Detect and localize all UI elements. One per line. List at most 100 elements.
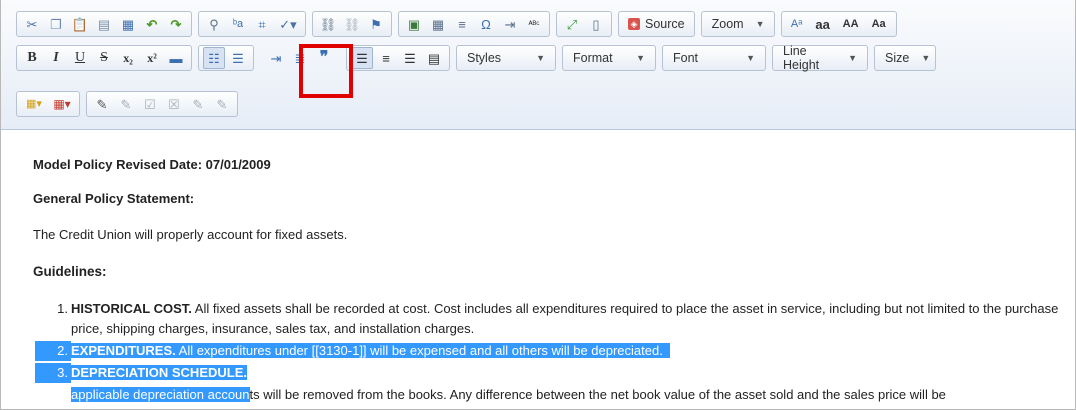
text-style-group: B I U S x₂ x² ▬ xyxy=(16,45,192,71)
size-dropdown[interactable]: Size ▼ xyxy=(874,45,936,71)
format-dropdown[interactable]: Format ▼ xyxy=(562,45,656,71)
source-group: ◈ Source xyxy=(618,11,695,37)
show-blocks-icon[interactable]: ▯ xyxy=(585,13,607,35)
strike-button[interactable]: S xyxy=(93,47,115,69)
copy-icon[interactable]: ❐ xyxy=(45,13,67,35)
page-break-icon[interactable]: ⇥ xyxy=(499,13,521,35)
list-text: applicable depreciation accounts will be… xyxy=(71,385,1065,405)
font-label: Font xyxy=(673,51,699,65)
numbered-list-icon[interactable]: ☷ xyxy=(203,47,225,69)
list-number: 3. xyxy=(35,363,71,383)
list-item: 2. EXPENDITURES. All expenditures under … xyxy=(35,341,1065,361)
table-icon[interactable]: ▦ xyxy=(427,13,449,35)
list-text: DEPRECIATION SCHEDULE. xyxy=(71,363,1065,383)
list-item-heading: EXPENDITURES. xyxy=(71,343,176,358)
source-label: Source xyxy=(645,17,685,31)
list-item-body: ts will be removed from the books. Any d… xyxy=(249,387,946,402)
styles-label: Styles xyxy=(467,51,502,65)
list-item: 3. DEPRECIATION SCHEDULE. xyxy=(35,363,1065,383)
spell-abc-icon[interactable]: ᴬᴮᶜ xyxy=(523,13,545,35)
reject-all-icon[interactable]: ✎ xyxy=(211,93,233,115)
zoom-label: Zoom xyxy=(711,17,744,31)
case-group: Aᵃ aa AA Aa xyxy=(780,11,897,37)
guidelines-heading: Guidelines: xyxy=(33,264,107,279)
lowercase-button[interactable]: aa xyxy=(810,13,836,35)
find-icon[interactable]: ⚲ xyxy=(203,13,225,35)
align-left-icon[interactable]: ☰ xyxy=(351,47,373,69)
italic-button[interactable]: I xyxy=(45,47,67,69)
font-dropdown[interactable]: Font ▼ xyxy=(662,45,766,71)
selected-text: applicable depreciation accoun xyxy=(71,387,250,402)
view-group: ⤢ ▯ xyxy=(556,11,612,37)
indent-icon[interactable]: ⇥ xyxy=(265,47,287,69)
maximize-icon[interactable]: ⤢ xyxy=(561,13,583,35)
check-icon[interactable]: ☑ xyxy=(139,93,161,115)
undo-icon[interactable]: ↶ xyxy=(141,13,163,35)
spellcheck-icon[interactable]: ✓▾ xyxy=(275,13,301,35)
chevron-down-icon: ▼ xyxy=(921,53,931,63)
toolbar-row-3: ▦▾ ▦▾ ✎ ✎ ☑ ☒ ✎ ✎ xyxy=(16,90,244,118)
editor-toolbar: ✂ ❐ 📋 ▤ ▦ ↶ ↷ ⚲ ᵇa ⌗ ✓▾ ⛓ ⛓ ⚑ ▣ ▦ ≡ Ω ⇥ … xyxy=(1,0,1075,130)
guidelines-list: 1. HISTORICAL COST. All fixed assets sha… xyxy=(35,299,1065,405)
format-label: Format xyxy=(573,51,613,65)
cut-icon[interactable]: ✂ xyxy=(21,13,43,35)
clipboard-group: ✂ ❐ 📋 ▤ ▦ ↶ ↷ xyxy=(16,11,192,37)
replace-icon[interactable]: ᵇa xyxy=(227,13,249,35)
paste-icon[interactable]: 📋 xyxy=(69,13,91,35)
table-insert-icon[interactable]: ▦▾ xyxy=(49,93,75,115)
zoom-dropdown[interactable]: Zoom ▼ xyxy=(700,11,775,37)
line-height-dropdown[interactable]: Line Height ▼ xyxy=(772,44,868,72)
titlecase-button[interactable]: Aa xyxy=(866,13,892,35)
redo-icon[interactable]: ↷ xyxy=(165,13,187,35)
select-all-icon[interactable]: ⌗ xyxy=(251,13,273,35)
search-group: ⚲ ᵇa ⌗ ✓▾ xyxy=(198,11,306,37)
list-group: ☷ ☰ xyxy=(198,45,254,71)
accept-all-icon[interactable]: ✎ xyxy=(187,93,209,115)
reject-icon[interactable]: ☒ xyxy=(163,93,185,115)
horizontal-line-icon[interactable]: ≡ xyxy=(451,13,473,35)
paste-text-icon[interactable]: ▤ xyxy=(93,13,115,35)
remove-format-icon[interactable]: ▬ xyxy=(165,47,187,69)
chevron-down-icon: ▼ xyxy=(746,53,755,63)
chevron-down-icon: ▼ xyxy=(848,53,857,63)
anchor-icon[interactable]: ⚑ xyxy=(365,13,387,35)
bold-button[interactable]: B xyxy=(21,47,43,69)
align-justify-icon[interactable]: ▤ xyxy=(423,47,445,69)
list-number-spacer xyxy=(35,385,71,405)
chevron-down-icon: ▼ xyxy=(755,19,765,29)
source-button[interactable]: ◈ Source xyxy=(622,13,691,35)
list-item-body: All fixed assets shall be recorded at co… xyxy=(71,301,1059,336)
list-item-continuation: applicable depreciation accounts will be… xyxy=(35,385,1065,405)
special-char-icon[interactable]: Ω xyxy=(475,13,497,35)
accept-icon[interactable]: ✎ xyxy=(115,93,137,115)
align-right-icon[interactable]: ☰ xyxy=(399,47,421,69)
list-item-heading: HISTORICAL COST. xyxy=(71,301,192,316)
image-icon[interactable]: ▣ xyxy=(403,13,425,35)
align-center-icon[interactable]: ≡ xyxy=(375,47,397,69)
link-icon[interactable]: ⛓ xyxy=(317,13,339,35)
text-color-icon[interactable]: ▦▾ xyxy=(21,93,47,115)
credit-union-text: The Credit Union will properly account f… xyxy=(33,227,348,242)
align-group: ☰ ≡ ☰ ▤ xyxy=(346,45,450,71)
size-label: Size xyxy=(885,51,910,65)
source-icon: ◈ xyxy=(628,18,640,30)
uppercase-button[interactable]: AA xyxy=(838,13,864,35)
list-number: 1. xyxy=(57,301,68,316)
track-changes-group: ✎ ✎ ☑ ☒ ✎ ✎ xyxy=(86,91,238,117)
editor-content[interactable]: Model Policy Revised Date: 07/01/2009 Ge… xyxy=(1,131,1075,410)
insert-group: ▣ ▦ ≡ Ω ⇥ ᴬᴮᶜ xyxy=(398,11,550,37)
superscript-icon[interactable]: x² xyxy=(141,47,163,69)
change-case-icon[interactable]: Aᵃ xyxy=(786,13,808,35)
styles-dropdown[interactable]: Styles ▼ xyxy=(456,45,556,71)
list-text: HISTORICAL COST. All fixed assets shall … xyxy=(71,299,1065,339)
subscript-icon[interactable]: x₂ xyxy=(117,47,139,69)
edit-icon[interactable]: ✎ xyxy=(91,93,113,115)
list-text: EXPENDITURES. All expenditures under [[3… xyxy=(71,341,1065,361)
bulleted-list-icon[interactable]: ☰ xyxy=(227,47,249,69)
toolbar-row-1: ✂ ❐ 📋 ▤ ▦ ↶ ↷ ⚲ ᵇa ⌗ ✓▾ ⛓ ⛓ ⚑ ▣ ▦ ≡ Ω ⇥ … xyxy=(16,10,903,38)
underline-button[interactable]: U xyxy=(69,47,91,69)
list-item-body: All expenditures under [[3130-1]] will b… xyxy=(175,343,663,358)
unlink-icon[interactable]: ⛓ xyxy=(341,13,363,35)
paste-word-icon[interactable]: ▦ xyxy=(117,13,139,35)
revised-date: Model Policy Revised Date: 07/01/2009 xyxy=(33,157,271,172)
